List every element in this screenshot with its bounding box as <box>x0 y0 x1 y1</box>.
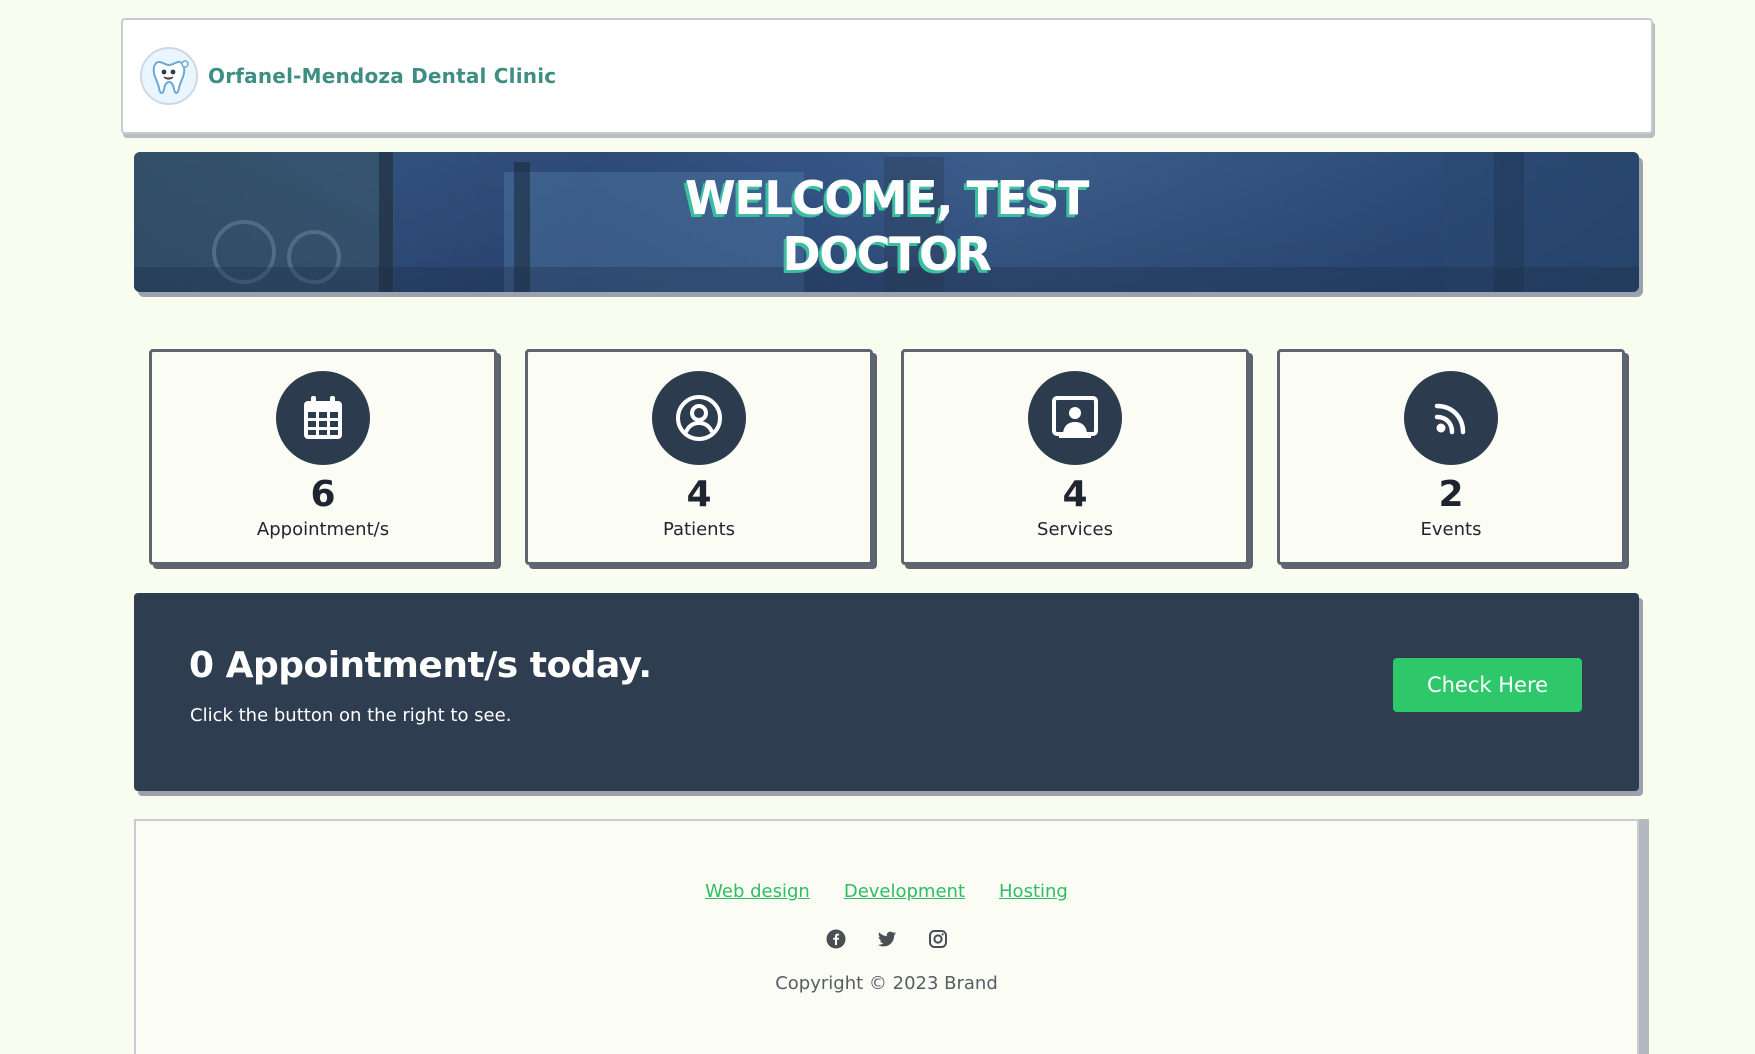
stat-card-appointments[interactable]: 6 Appointment/s <box>149 349 497 565</box>
footer-link-web-design[interactable]: Web design <box>705 881 810 902</box>
welcome-title: WELCOME, TEST DOCTOR <box>134 170 1639 282</box>
brand-name[interactable]: Orfanel-Mendoza Dental Clinic <box>208 64 556 88</box>
stat-label: Patients <box>662 519 736 540</box>
today-appointments-panel: 0 Appointment/s today. Click the button … <box>134 593 1639 791</box>
page-footer: Web design Development Hosting Copyright… <box>134 819 1639 1054</box>
person-board-icon <box>1028 371 1122 465</box>
stat-value: 6 <box>310 474 336 515</box>
check-here-button[interactable]: Check Here <box>1393 658 1582 712</box>
today-appointments-subtitle: Click the button on the right to see. <box>190 705 512 726</box>
twitter-icon[interactable] <box>876 928 897 949</box>
welcome-banner: WELCOME, TEST DOCTOR <box>134 152 1639 292</box>
stat-value: 2 <box>1438 474 1464 515</box>
welcome-title-line2: DOCTOR <box>782 227 992 281</box>
footer-link-hosting[interactable]: Hosting <box>999 881 1068 902</box>
stat-value: 4 <box>686 474 712 515</box>
stat-card-patients[interactable]: 4 Patients <box>525 349 873 565</box>
top-navbar: Orfanel-Mendoza Dental Clinic <box>121 18 1653 134</box>
facebook-icon[interactable] <box>825 928 846 949</box>
tooth-mascot-icon[interactable] <box>140 47 198 105</box>
social-links <box>136 928 1637 949</box>
today-appointments-title: 0 Appointment/s today. <box>189 645 652 686</box>
instagram-icon[interactable] <box>927 928 948 949</box>
stat-label: Appointment/s <box>256 519 390 540</box>
welcome-title-line1: WELCOME, TEST <box>685 171 1089 225</box>
stat-label: Services <box>1037 519 1113 540</box>
stat-card-services[interactable]: 4 Services <box>901 349 1249 565</box>
footer-link-development[interactable]: Development <box>844 881 965 902</box>
user-circle-icon <box>652 371 746 465</box>
copyright-text: Copyright © 2023 Brand <box>775 973 998 994</box>
stat-card-events[interactable]: 2 Events <box>1277 349 1625 565</box>
stat-label: Events <box>1420 519 1482 540</box>
footer-links: Web design Development Hosting <box>136 881 1637 902</box>
stat-value: 4 <box>1062 474 1088 515</box>
calendar-icon <box>276 371 370 465</box>
rss-feed-icon <box>1404 371 1498 465</box>
